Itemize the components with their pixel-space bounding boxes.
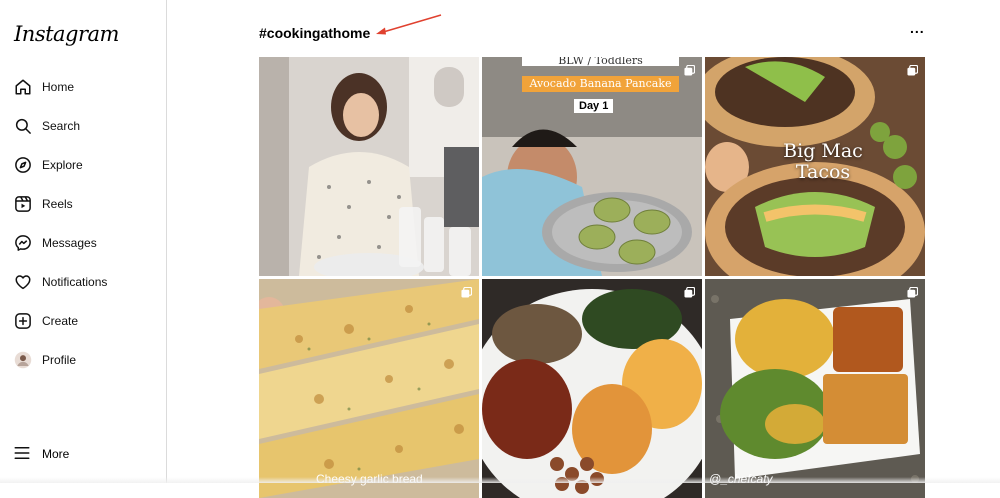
carousel-icon <box>684 287 695 298</box>
post-caption-top: BLW / Toddlers <box>522 57 679 67</box>
compass-icon <box>13 155 33 175</box>
avatar-icon <box>13 350 33 370</box>
reels-icon <box>13 194 33 214</box>
sidebar-item-messages[interactable]: Messages <box>0 225 166 261</box>
more-button[interactable]: More <box>0 436 166 472</box>
sidebar-item-label: Explore <box>42 158 83 172</box>
post-image <box>259 279 479 498</box>
annotation-arrow-icon <box>376 14 442 35</box>
post-tile[interactable]: BLW / Toddlers Avocado Banana Pancake Da… <box>482 57 702 276</box>
sidebar-item-profile[interactable]: Profile <box>0 342 166 378</box>
post-tile[interactable] <box>259 57 479 276</box>
post-image <box>705 279 925 498</box>
main-content: #cookingathome ... BLW / Toddlers Avocad… <box>168 0 1000 498</box>
sidebar-item-notifications[interactable]: Notifications <box>0 264 166 300</box>
post-tile[interactable]: Big Mac Tacos <box>705 57 925 276</box>
menu-icon <box>13 444 33 464</box>
options-button[interactable]: ... <box>910 20 925 36</box>
sidebar-item-label: Reels <box>42 197 73 211</box>
bottom-fade <box>0 477 1000 483</box>
sidebar-item-home[interactable]: Home <box>0 69 166 105</box>
heart-icon <box>13 272 33 292</box>
sidebar: Instagram Home Search Explore Reels Mess… <box>0 0 167 483</box>
page-title: #cookingathome <box>259 25 371 41</box>
sidebar-item-label: Messages <box>42 236 97 250</box>
sidebar-item-label: Profile <box>42 353 77 367</box>
post-image <box>259 57 479 276</box>
sidebar-item-explore[interactable]: Explore <box>0 147 166 183</box>
carousel-icon <box>907 65 918 76</box>
post-tile[interactable] <box>482 279 702 498</box>
sidebar-item-reels[interactable]: Reels <box>0 186 166 222</box>
sidebar-item-create[interactable]: Create <box>0 303 166 339</box>
carousel-icon <box>684 65 695 76</box>
sidebar-item-label: Home <box>42 80 75 94</box>
sidebar-item-label: Notifications <box>42 275 108 289</box>
sidebar-item-label: Search <box>42 119 81 133</box>
post-tile[interactable]: Cheesy garlic bread <box>259 279 479 498</box>
sidebar-item-search[interactable]: Search <box>0 108 166 144</box>
search-icon <box>13 116 33 136</box>
instagram-logo[interactable]: Instagram <box>14 22 119 46</box>
more-label: More <box>42 447 70 461</box>
carousel-icon <box>907 287 918 298</box>
messenger-icon <box>13 233 33 253</box>
sidebar-item-label: Create <box>42 314 79 328</box>
post-tag: Day 1 <box>574 99 614 113</box>
post-banner: Avocado Banana Pancake <box>522 76 679 92</box>
post-tile[interactable]: @_chefcaty <box>705 279 925 498</box>
post-caption: Big Mac Tacos <box>783 140 863 183</box>
carousel-icon <box>461 287 472 298</box>
home-icon <box>13 77 33 97</box>
post-image <box>482 279 702 498</box>
plus-square-icon <box>13 311 33 331</box>
